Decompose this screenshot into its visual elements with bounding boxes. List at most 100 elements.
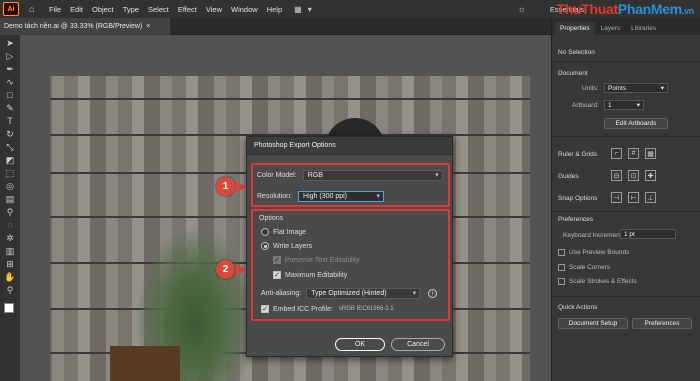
home-icon[interactable]: ⌂ — [29, 4, 39, 14]
graph-tool-icon[interactable]: ▥ — [4, 246, 16, 256]
resolution-row: Resolution: High (300 ppi) ▾ — [257, 191, 385, 202]
direct-selection-tool-icon[interactable]: ▷ — [4, 51, 16, 61]
callout-1: 1 — [216, 177, 235, 196]
snap-to-grid-icon[interactable]: ⊢ — [628, 192, 639, 203]
symbol-sprayer-icon[interactable]: ✲ — [4, 233, 16, 243]
document-tab-title: Demo tách nền.ai @ 33.33% (RGB/Preview) — [4, 23, 143, 30]
menu-file[interactable]: File — [49, 5, 61, 14]
scale-corners-checkbox[interactable] — [558, 264, 565, 271]
keyboard-increment-input[interactable]: 1 pt — [620, 229, 676, 239]
tab-libraries[interactable]: Libraries — [626, 22, 661, 35]
curvature-tool-icon[interactable]: ∿ — [4, 77, 16, 87]
menu-window[interactable]: Window — [231, 5, 258, 14]
info-icon[interactable]: i — [428, 289, 438, 298]
pen-tool-icon[interactable]: ✒ — [4, 64, 16, 74]
app-logo[interactable]: Ai — [3, 2, 19, 16]
embed-icc-row[interactable]: ✓ Embed ICC Profile: sRGB IEC61966-2.1 — [261, 305, 394, 313]
menu-object[interactable]: Object — [92, 5, 114, 14]
keyboard-increment-label: Keyboard Increment: — [563, 232, 624, 239]
write-layers-radio[interactable] — [261, 242, 269, 250]
units-select[interactable]: Points ▾ — [604, 83, 668, 93]
callout-2-arrow — [236, 264, 246, 276]
menu-edit[interactable]: Edit — [70, 5, 83, 14]
selection-tool-icon[interactable]: ➤ — [4, 38, 16, 48]
chevron-down-icon: ▾ — [412, 290, 417, 297]
snap-to-pixel-icon[interactable]: ⊥ — [645, 192, 656, 203]
artboard-tool-icon[interactable]: ⊞ — [4, 259, 16, 269]
tab-properties[interactable]: Properties — [555, 22, 595, 35]
hand-tool-icon[interactable]: ✋ — [4, 272, 16, 282]
document-setup-button[interactable]: Document Setup — [558, 318, 628, 329]
gradient-tool-icon[interactable]: ▤ — [4, 194, 16, 204]
antialias-row: Anti-aliasing: Type Optimized (Hinted) ▾… — [261, 288, 438, 299]
arrange-documents-icon[interactable]: ▦ — [294, 5, 302, 14]
brush-tool-icon[interactable]: ✎ — [4, 103, 16, 113]
scale-strokes-checkbox[interactable] — [558, 278, 565, 285]
units-label: Units: — [582, 85, 599, 92]
pot-image — [110, 346, 180, 381]
shape-builder-icon[interactable]: ◎ — [4, 181, 16, 191]
menu-select[interactable]: Select — [148, 5, 169, 14]
preferences-button[interactable]: Preferences — [632, 318, 692, 329]
flat-image-option[interactable]: Flat Image — [261, 228, 306, 236]
rulers-grids-label: Ruler & Grids — [558, 151, 598, 158]
menu-view[interactable]: View — [206, 5, 222, 14]
artboard-select[interactable]: 1 ▾ — [604, 100, 644, 110]
snap-to-point-icon[interactable]: ⊣ — [611, 192, 622, 203]
preferences-heading: Preferences — [558, 216, 594, 223]
write-layers-option[interactable]: Write Layers — [261, 242, 312, 250]
lightbulb-icon[interactable]: ☼ — [518, 4, 526, 14]
type-tool-icon[interactable]: T — [4, 116, 16, 126]
fill-color-swatch[interactable] — [4, 303, 14, 313]
zoom-tool-icon[interactable]: ⚲ — [4, 285, 16, 295]
cancel-button[interactable]: Cancel — [391, 338, 445, 351]
free-transform-icon[interactable]: ⬚ — [4, 168, 16, 178]
embed-icc-checkbox[interactable]: ✓ — [261, 305, 269, 313]
quick-actions-heading: Quick Actions — [558, 304, 598, 311]
photoshop-export-dialog: Photoshop Export Options Color Model: RG… — [246, 136, 453, 357]
tab-layers[interactable]: Layers — [596, 22, 626, 35]
callout-2: 2 — [216, 260, 235, 279]
edit-artboards-button[interactable]: Edit Artboards — [604, 118, 668, 129]
chevron-down-icon: ▾ — [376, 193, 381, 200]
max-editability-checkbox[interactable]: ✓ — [273, 271, 281, 279]
antialias-select[interactable]: Type Optimized (Hinted) ▾ — [306, 288, 421, 299]
document-tab[interactable]: Demo tách nền.ai @ 33.33% (RGB/Preview) … — [0, 18, 170, 35]
ok-button[interactable]: OK — [335, 338, 385, 351]
tools-panel: ➤ ▷ ✒ ∿ □ ✎ T ↻ ⤡ ◩ ⬚ ◎ ▤ ⚲ ◌ ✲ ▥ ⊞ ✋ ⚲ — [0, 35, 20, 381]
grid-icon[interactable]: # — [628, 148, 639, 159]
ruler-icon[interactable]: ⌐ — [611, 148, 622, 159]
resolution-select[interactable]: High (300 ppi) ▾ — [298, 191, 385, 202]
no-selection-label: No Selection — [558, 49, 595, 56]
guides-label: Guides — [558, 173, 579, 180]
menu-type[interactable]: Type — [123, 5, 139, 14]
flat-image-radio[interactable] — [261, 228, 269, 236]
rotate-tool-icon[interactable]: ↻ — [4, 129, 16, 139]
blend-tool-icon[interactable]: ◌ — [4, 220, 16, 230]
eyedropper-tool-icon[interactable]: ⚲ — [4, 207, 16, 217]
guides-visibility-icon[interactable]: ⊟ — [611, 170, 622, 181]
use-preview-bounds-checkbox[interactable] — [558, 249, 565, 256]
document-tab-bar: Demo tách nền.ai @ 33.33% (RGB/Preview) … — [0, 18, 551, 35]
resolution-label: Resolution: — [257, 193, 293, 200]
color-model-row: Color Model: RGB ▾ — [257, 170, 443, 181]
guides-lock-icon[interactable]: ⊡ — [628, 170, 639, 181]
artboard-label: Artboard: — [572, 102, 599, 109]
chevron-down-icon[interactable]: ▾ — [308, 5, 312, 14]
preserve-text-option: ✓ Preserve Text Editability — [273, 256, 360, 264]
scale-tool-icon[interactable]: ⤡ — [4, 142, 16, 152]
max-editability-option[interactable]: ✓ Maximum Editability — [273, 271, 347, 279]
main-menu: File Edit Object Type Select Effect View… — [49, 5, 282, 14]
color-model-select[interactable]: RGB ▾ — [302, 170, 443, 181]
use-preview-bounds-label: Use Preview Bounds — [569, 249, 630, 256]
eraser-tool-icon[interactable]: ◩ — [4, 155, 16, 165]
smart-guides-icon[interactable]: ✚ — [645, 170, 656, 181]
menu-effect[interactable]: Effect — [178, 5, 197, 14]
menu-help[interactable]: Help — [267, 5, 282, 14]
menu-icons: ▦ ▾ — [294, 5, 312, 14]
transparency-grid-icon[interactable]: ▦ — [645, 148, 656, 159]
scale-corners-label: Scale Corners — [569, 264, 611, 271]
close-icon[interactable]: × — [146, 23, 150, 30]
panel-tabs: Properties Layers Libraries — [552, 18, 700, 35]
rectangle-tool-icon[interactable]: □ — [4, 90, 16, 100]
